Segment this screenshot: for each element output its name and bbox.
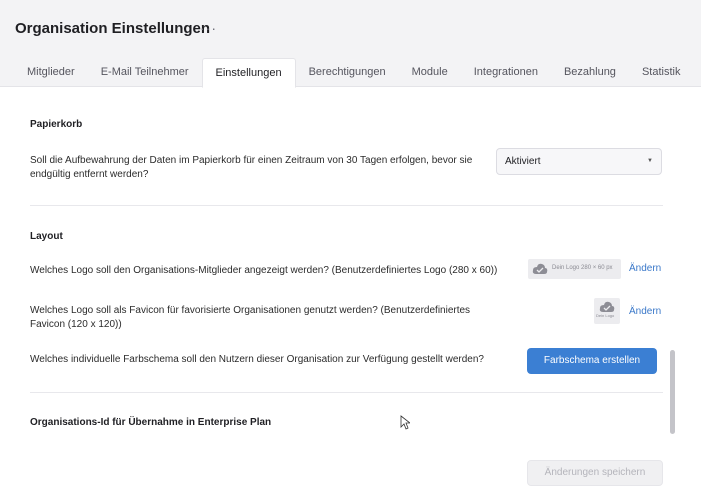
favicon-change-link[interactable]: Ändern — [629, 306, 661, 317]
tab-integrationen[interactable]: Integrationen — [461, 58, 551, 87]
favicon-question-line1: Welches Logo soll als Favicon für favori… — [30, 305, 471, 316]
papierkorb-select[interactable]: Aktiviert ▼ — [496, 148, 662, 175]
divider — [30, 392, 663, 393]
tab-bar: Mitglieder E-Mail Teilnehmer Einstellung… — [14, 58, 694, 88]
papierkorb-select-value: Aktiviert — [505, 156, 541, 167]
create-color-scheme-button[interactable]: Farbschema erstellen — [527, 348, 657, 374]
more-options-icon[interactable]: ··· — [200, 20, 217, 36]
tab-bezahlung[interactable]: Bezahlung — [551, 58, 629, 87]
tab-mitglieder[interactable]: Mitglieder — [14, 58, 88, 87]
papierkorb-section-title: Papierkorb — [30, 119, 83, 130]
tab-email-teilnehmer[interactable]: E-Mail Teilnehmer — [88, 58, 202, 87]
tab-einstellungen[interactable]: Einstellungen — [201, 58, 296, 88]
tab-module[interactable]: Module — [399, 58, 461, 87]
papierkorb-question-line2: endgültig entfernt werden? — [30, 169, 149, 180]
color-scheme-question: Welches individuelle Farbschema soll den… — [30, 354, 484, 365]
mouse-cursor-icon — [400, 415, 410, 430]
layout-section-title: Layout — [30, 231, 63, 242]
save-changes-button[interactable]: Änderungen speichern — [527, 460, 663, 486]
tab-berechtigungen[interactable]: Berechtigungen — [296, 58, 399, 87]
cloud-check-icon — [532, 263, 548, 274]
papierkorb-question-line1: Soll die Aufbewahrung der Daten im Papie… — [30, 155, 473, 166]
logo-question: Welches Logo soll den Organisations-Mitg… — [30, 265, 498, 276]
favicon-question-line2: Favicon (120 x 120)) — [30, 319, 122, 330]
favicon-preview: Dein Logo — [594, 298, 620, 324]
tab-statistik[interactable]: Statistik — [629, 58, 694, 87]
scrollbar[interactable] — [670, 350, 675, 434]
logo-change-link[interactable]: Ändern — [629, 263, 661, 274]
logo-preview: Dein Logo 280 × 60 px — [528, 259, 621, 279]
header-bar: Organisation Einstellungen ··· Mitgliede… — [0, 0, 701, 88]
logo-placeholder-text: Dein Logo 280 × 60 px — [552, 265, 613, 271]
favicon-placeholder-text: Dein Logo — [596, 313, 615, 318]
divider — [30, 205, 663, 206]
chevron-down-icon: ▼ — [647, 158, 653, 164]
cloud-check-icon — [599, 301, 615, 312]
enterprise-section-title: Organisations-Id für Übernahme in Enterp… — [30, 417, 272, 428]
page-title: Organisation Einstellungen — [15, 20, 211, 37]
